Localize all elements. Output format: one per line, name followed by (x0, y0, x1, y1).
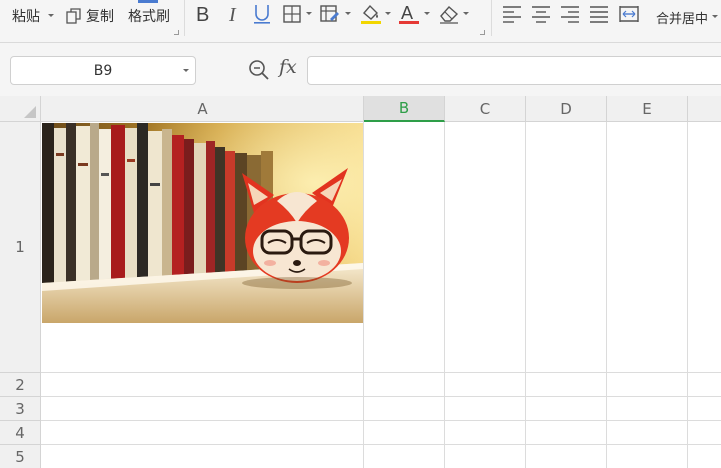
column-header-row: A B C D E (0, 96, 721, 122)
format-painter-label: 格式刷 (128, 9, 170, 25)
row-header-5[interactable]: 5 (0, 445, 41, 468)
merge-center-dropdown-caret[interactable] (712, 15, 718, 18)
underline-icon[interactable] (252, 3, 272, 25)
eraser-icon[interactable] (438, 4, 460, 24)
format-painter-button[interactable]: 格式刷 (128, 6, 170, 26)
column-header-b[interactable]: B (364, 96, 445, 122)
paste-label: 粘贴 (12, 9, 40, 25)
column-header-a[interactable]: A (42, 96, 364, 122)
align-center-icon[interactable] (531, 5, 551, 23)
align-right-icon[interactable] (560, 5, 580, 23)
select-all-triangle-icon (24, 106, 36, 118)
justify-icon[interactable] (589, 5, 609, 23)
copy-label: 复制 (86, 9, 114, 25)
gridline (41, 372, 721, 373)
format-painter-icon (138, 0, 158, 3)
gridline (363, 122, 364, 468)
cell-style-dropdown-caret[interactable] (345, 12, 351, 15)
align-left-icon[interactable] (502, 5, 522, 23)
border-icon[interactable] (283, 5, 301, 23)
toolbar-separator (491, 0, 492, 36)
font-color-icon[interactable]: A (399, 3, 419, 25)
paste-button[interactable]: 粘贴 (12, 6, 40, 26)
ribbon-toolbar: 粘贴 复制 格式刷 B I A 合并居中 (0, 0, 721, 43)
column-header-e[interactable]: E (607, 96, 688, 122)
row-header-3[interactable]: 3 (0, 397, 41, 421)
merge-center-button[interactable]: 合并居中 (656, 8, 709, 27)
column-header-d[interactable]: D (526, 96, 607, 122)
cell-reference: B9 (93, 62, 113, 79)
fill-color-icon[interactable] (360, 3, 382, 25)
font-group-expander[interactable] (480, 30, 485, 35)
clipboard-group-expander[interactable] (174, 30, 179, 35)
toolbar-separator (184, 0, 185, 36)
formula-input[interactable] (307, 56, 721, 85)
gridline (41, 444, 721, 445)
svg-text:I: I (228, 4, 237, 24)
gridline (444, 122, 445, 468)
gridline (41, 420, 721, 421)
name-box-dropdown-caret[interactable] (183, 69, 189, 72)
border-dropdown-caret[interactable] (306, 12, 312, 15)
formula-bar: B9 fx (0, 43, 721, 96)
fill-color-dropdown-caret[interactable] (385, 12, 391, 15)
fx-button[interactable]: fx (279, 56, 297, 78)
row-header-4[interactable]: 4 (0, 421, 41, 445)
row-header-2[interactable]: 2 (0, 373, 41, 397)
gridline (606, 122, 607, 468)
gridline (525, 122, 526, 468)
copy-icon (66, 8, 81, 24)
eraser-dropdown-caret[interactable] (463, 12, 469, 15)
row-header-1[interactable]: 1 (0, 122, 41, 373)
gridline (41, 396, 721, 397)
inserted-picture[interactable] (42, 123, 363, 323)
bookshelf-fox-photo (42, 123, 363, 323)
gridline (687, 122, 688, 468)
copy-button[interactable]: 复制 (66, 6, 114, 26)
select-all-corner[interactable] (0, 96, 41, 122)
column-header-f[interactable] (688, 96, 721, 122)
bold-icon[interactable]: B (195, 4, 213, 24)
font-color-dropdown-caret[interactable] (424, 12, 430, 15)
svg-text:A: A (401, 3, 413, 23)
merge-center-label: 合并居中 (656, 11, 709, 27)
column-header-c[interactable]: C (445, 96, 526, 122)
italic-icon[interactable]: I (226, 4, 242, 24)
paste-dropdown-caret[interactable] (48, 14, 54, 17)
svg-text:B: B (196, 4, 209, 24)
cell-style-icon[interactable] (320, 5, 340, 23)
distributed-icon[interactable] (619, 5, 639, 23)
zoom-icon[interactable] (248, 59, 270, 81)
name-box[interactable]: B9 (10, 56, 196, 85)
